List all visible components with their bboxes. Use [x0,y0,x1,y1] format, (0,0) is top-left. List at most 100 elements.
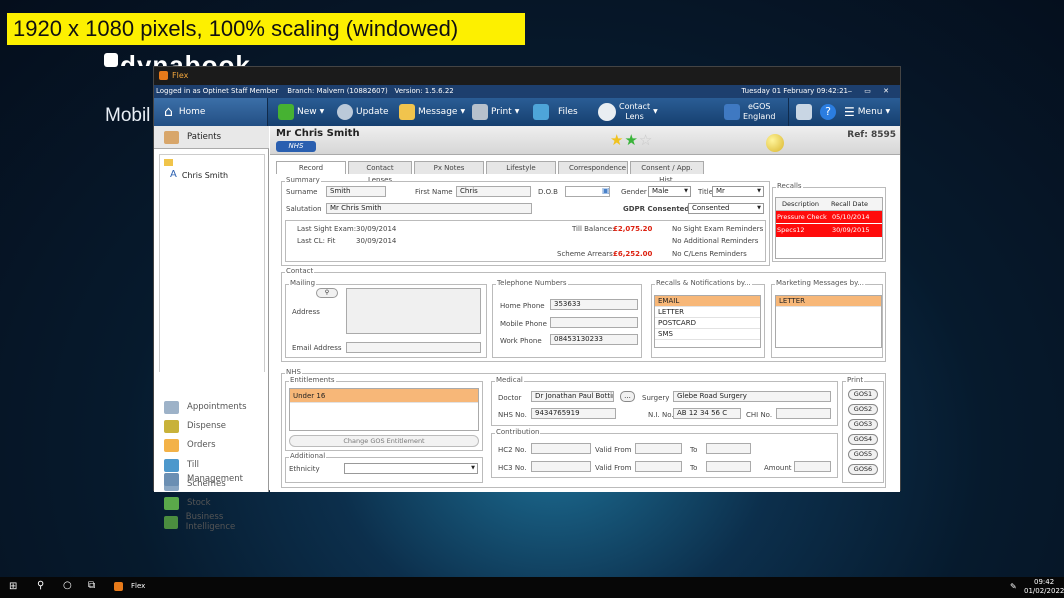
egos-button[interactable]: eGOS England [724,98,775,126]
nhs-number-field[interactable]: 9434765919 [531,408,616,419]
recall-row[interactable]: Pressure Check 05/10/2014 [776,211,882,224]
nav-business-intelligence[interactable]: Business Intelligence [164,512,268,532]
gos3-button[interactable]: GOS3 [848,419,878,430]
nav-orders[interactable]: Orders [164,436,216,454]
gos2-button[interactable]: GOS2 [848,404,878,415]
tab-lifestyle[interactable]: Lifestyle [486,161,556,174]
flex-taskbar-icon[interactable] [114,582,123,591]
nav-stock[interactable]: Stock [164,494,211,512]
home-button[interactable]: ⌂ Home [154,98,268,126]
salutation-field[interactable]: Mr Chris Smith [326,203,532,214]
nav-label: Appointments [187,402,247,412]
list-item[interactable]: EMAIL [655,296,760,307]
calendar-icon[interactable]: ▣ [602,186,610,195]
gender-select[interactable]: Male [648,186,691,197]
ethnicity-select[interactable] [344,463,478,474]
hc3-valid-from-field[interactable] [635,461,682,472]
nav-label: Management [187,474,243,484]
taskbar-date[interactable]: 01/02/2022 [1024,587,1064,595]
chi-number-field[interactable] [776,408,831,419]
dynabook-logo-icon [104,53,118,67]
recalls-col-description[interactable]: Description [776,198,828,210]
task-view-icon[interactable]: ⧉ [88,580,95,591]
entitlements-list[interactable]: Under 16 [289,388,479,431]
files-button[interactable]: Files [533,98,578,126]
tab-record[interactable]: Record [276,161,346,174]
work-phone-label: Work Phone [500,337,542,345]
version-info: Version: 1.5.6.22 [394,87,454,95]
contact-lens-button[interactable]: Contact Lens ▼ [598,98,658,126]
address-search-button[interactable]: ⚲ [316,288,338,298]
valid-from-label: Valid From [595,446,632,454]
gdpr-select[interactable]: Consented [688,203,764,214]
first-name-field[interactable]: Chris [456,186,531,197]
search-icon[interactable]: ⚲ [37,580,44,591]
hc3-field[interactable] [531,461,591,472]
new-button[interactable]: New ▼ [278,98,324,126]
tools-button[interactable] [796,98,812,126]
rating-stars: ★★☆ [610,131,654,149]
nav-label: Orders [187,440,216,450]
tab-contact-lenses[interactable]: Contact Lenses [348,161,412,184]
tab-consent[interactable]: Consent / App. Hist. [630,161,704,184]
patient-tree-item[interactable]: A Chris Smith [170,169,228,180]
window-titlebar[interactable]: Flex [154,67,900,85]
gos1-button[interactable]: GOS1 [848,389,878,400]
email-field[interactable] [346,342,481,353]
list-item[interactable]: LETTER [655,307,760,318]
nhs-number-label: NHS No. [498,411,527,419]
message-button[interactable]: Message ▼ [399,98,465,126]
marketing-list[interactable]: LETTER [775,295,882,348]
list-item[interactable]: Under 16 [290,389,478,403]
work-phone-field[interactable]: 08453130233 [550,334,638,345]
gos4-button[interactable]: GOS4 [848,434,878,445]
tab-correspondence[interactable]: Correspondence [558,161,628,174]
chevron-down-icon: ▼ [653,108,658,115]
address-field[interactable] [346,288,481,334]
help-button[interactable]: ? [820,98,836,126]
amount-field[interactable] [794,461,831,472]
taskbar-time[interactable]: 09:42 [1034,578,1054,586]
hc3-to-field[interactable] [706,461,751,472]
ni-number-field[interactable]: AB 12 34 56 C [673,408,741,419]
home-phone-field[interactable]: 353633 [550,299,638,310]
patients-header[interactable]: Patients [154,126,269,149]
window-controls[interactable]: ‒ ▭ ✕ [848,85,894,98]
recall-notifications-list[interactable]: EMAIL LETTER POSTCARD SMS [654,295,761,348]
gos6-button[interactable]: GOS6 [848,464,878,475]
hc2-to-field[interactable] [706,443,751,454]
flex-window: Flex Logged in as Optinet Staff Member B… [153,66,901,532]
doctor-lookup-button[interactable]: ... [620,391,635,402]
recall-row[interactable]: Specs12 30/09/2015 [776,224,882,237]
doctor-field[interactable]: Dr Jonathan Paul Botting [531,391,614,402]
surgery-field[interactable]: Glebe Road Surgery [673,391,831,402]
list-item[interactable]: LETTER [776,296,881,307]
tab-px-notes[interactable]: Px Notes [414,161,484,174]
gos5-button[interactable]: GOS5 [848,449,878,460]
surname-field[interactable]: Smith [326,186,386,197]
hc2-field[interactable] [531,443,591,454]
list-item[interactable]: SMS [655,329,760,340]
mobile-phone-field[interactable] [550,317,638,328]
print-label: Print [491,107,512,117]
nav-management[interactable]: Management [164,470,243,488]
hc2-valid-from-field[interactable] [635,443,682,454]
nav-dispense[interactable]: Dispense [164,417,226,435]
change-gos-entitlement-button[interactable]: Change GOS Entitlement [289,435,479,447]
recalls-col-date[interactable]: Recall Date [828,198,868,210]
window-title: Flex [172,71,189,80]
taskbar-app-label[interactable]: Flex [131,582,145,590]
print-button[interactable]: Print ▼ [472,98,519,126]
list-item[interactable]: POSTCARD [655,318,760,329]
egos-icon [724,104,740,120]
title-select[interactable]: Mr [712,186,764,197]
orders-icon [164,438,179,452]
cortana-icon[interactable]: ○ [63,580,72,591]
nav-appointments[interactable]: Appointments [164,398,247,416]
surgery-label: Surgery [642,394,670,402]
menu-button[interactable]: ☰ Menu ▼ [844,98,890,126]
windows-start-icon[interactable]: ⊞ [9,581,17,592]
update-button[interactable]: Update [337,98,389,126]
network-icon[interactable]: ✎ [1010,582,1017,591]
to-label: To [690,464,698,472]
